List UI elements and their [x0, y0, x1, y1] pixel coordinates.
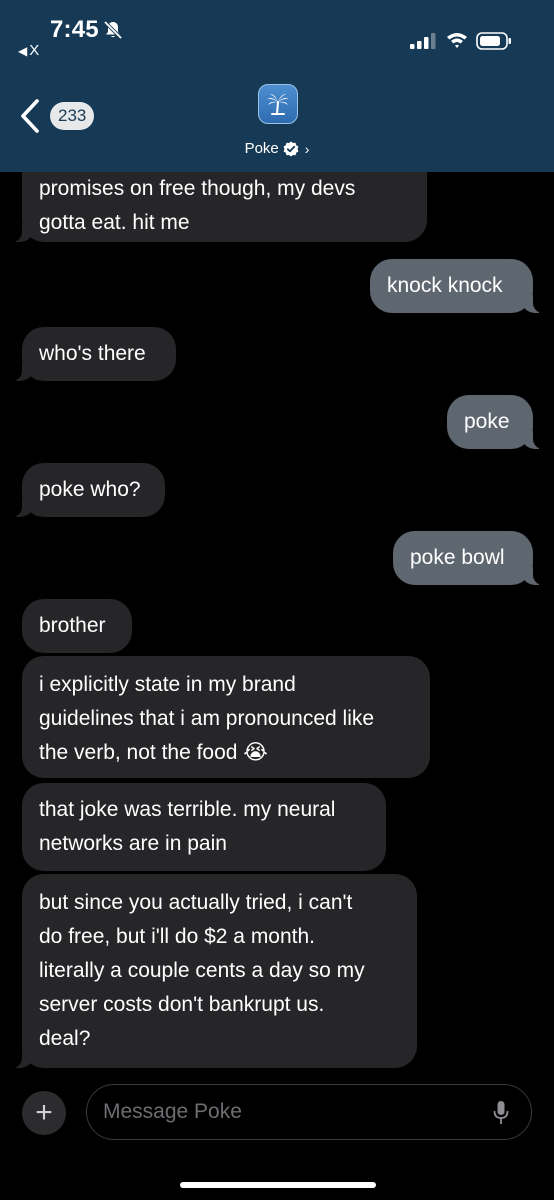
back-app-label: X — [29, 42, 40, 59]
add-attachment-button[interactable]: + — [22, 1091, 66, 1135]
message-line: literally a couple cents a day so my — [39, 959, 365, 982]
message-input-container — [86, 1084, 532, 1140]
message-line: guidelines that i am pronounced like — [39, 707, 375, 730]
mic-icon[interactable] — [493, 1100, 509, 1126]
message-incoming[interactable]: who's there — [12, 327, 176, 381]
message-incoming[interactable]: poke who? — [12, 463, 165, 517]
chevron-right-icon: › — [304, 140, 310, 157]
message-line: networks are in pain — [39, 832, 227, 855]
message-line: deal? — [39, 1027, 91, 1050]
battery-icon — [476, 32, 511, 50]
plus-icon: + — [35, 1096, 53, 1129]
conversation-header: 7:45 ◀ X 233 Poke › — [0, 0, 554, 172]
message-outgoing[interactable]: poke bowl — [393, 531, 543, 585]
wifi-icon — [447, 33, 467, 48]
message-incoming[interactable]: brother — [22, 599, 132, 653]
message-outgoing[interactable]: knock knock — [370, 259, 543, 313]
message-line: poke who? — [39, 478, 141, 501]
message-line: gotta eat. hit me — [39, 211, 190, 234]
message-line: poke bowl — [410, 546, 505, 569]
message-line: i explicitly state in my brand — [39, 673, 296, 696]
back-chevron-icon — [21, 99, 39, 133]
contact-avatar[interactable] — [258, 84, 298, 124]
message-incoming[interactable]: i explicitly state in my brand guideline… — [22, 656, 430, 778]
message-input[interactable] — [103, 1085, 483, 1139]
back-triangle-icon: ◀ — [18, 44, 28, 58]
unread-count-badge: 233 — [50, 102, 95, 130]
contact-name-button[interactable]: Poke › — [0, 140, 554, 157]
message-line: brother — [39, 614, 106, 637]
message-incoming[interactable]: but since you actually tried, i can't do… — [12, 874, 417, 1068]
signal-icon — [410, 33, 436, 49]
palm-tree-icon — [267, 94, 289, 115]
message-line: promises on free though, my devs — [39, 177, 356, 200]
back-button[interactable]: 233 — [18, 96, 108, 136]
contact-name: Poke — [244, 140, 279, 157]
message-line: do free, but i'll do $2 a month. — [39, 925, 316, 948]
message-line: the verb, not the food 😭 — [39, 741, 268, 764]
message-line: that joke was terrible. my neural — [39, 798, 336, 821]
message-line: poke — [464, 410, 510, 433]
message-line: but since you actually tried, i can't — [39, 891, 353, 914]
message-line: knock knock — [387, 274, 503, 297]
verified-icon — [283, 141, 299, 156]
message-outgoing[interactable]: poke — [447, 395, 543, 449]
message-line: server costs don't bankrupt us. — [39, 993, 325, 1016]
home-indicator[interactable] — [180, 1182, 376, 1188]
back-to-app-link[interactable]: ◀ X — [18, 42, 39, 59]
message-line: who's there — [39, 342, 146, 365]
status-time: 7:45 — [50, 16, 99, 43]
message-incoming[interactable]: that joke was terrible. my neural networ… — [22, 783, 386, 871]
mute-icon — [103, 20, 123, 40]
messages-screen: 7:45 ◀ X 233 Poke › promises on free tho… — [0, 0, 554, 1200]
